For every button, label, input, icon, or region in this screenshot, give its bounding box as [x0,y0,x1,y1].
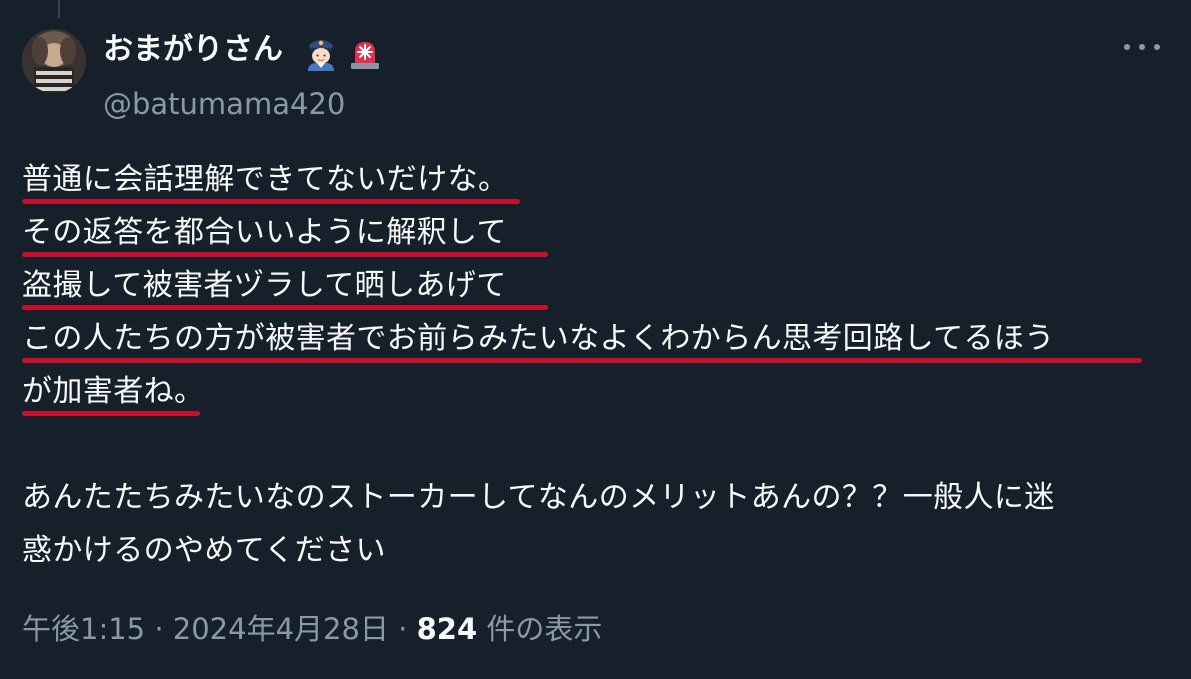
underline-highlight-1 [22,199,520,204]
user-handle[interactable]: @batumama420 [103,85,345,123]
avatar[interactable] [22,29,86,93]
police-siren-emoji-icon [351,42,379,69]
tweet-text-line-3: 盗撮して被害者ヅラして晒しあげて [22,268,507,303]
tweet-time[interactable]: 午後1:15 [22,612,145,646]
underline-highlight-2 [22,252,548,257]
tweet-text-line-8: 惑かけるのやめてください [22,533,386,568]
more-horizontal-icon-dot-3 [1154,44,1160,50]
tweet-text-line-5: が加害者ね。 [22,374,205,409]
avatar-image [22,29,86,93]
underline-highlight-4 [22,358,1142,363]
display-name[interactable]: おまがりさん [103,30,283,70]
views-label[interactable]: 件の表示 [486,612,602,646]
more-horizontal-icon-dot-1 [1124,44,1130,50]
tweet-text-line-1: 普通に会話理解できてないだけな。 [22,162,509,197]
underline-highlight-3 [22,305,548,310]
thread-connector-line [58,0,60,18]
police-officer-emoji-icon [308,40,334,71]
tweet-text-line-7: あんたたちみたいなのストーカーしてなんのメリットあんの？？一般人に迷 [22,480,1055,515]
tweet-meta: 午後1:15 · 2024年4月28日 · 824 件の表示 [22,609,602,649]
meta-separator-2: · [398,612,408,646]
tweet-date[interactable]: 2024年4月28日 [173,612,389,646]
tweet-text-line-4: この人たちの方が被害者でお前らみたいなよくわからん思考回路してるほう [22,321,1055,356]
meta-separator: · [154,612,164,646]
more-options-button[interactable] [1124,32,1160,62]
views-count[interactable]: 824 [417,612,478,646]
tweet-text-line-2: その返答を都合いいように解釈して [22,215,507,250]
more-horizontal-icon-dot-2 [1139,44,1145,50]
underline-highlight-5 [22,411,200,416]
